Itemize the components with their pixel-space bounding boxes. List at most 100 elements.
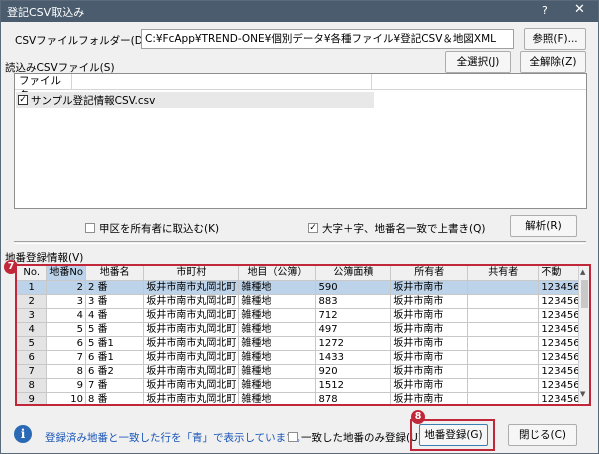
cell-area[interactable]: 920 bbox=[315, 364, 392, 379]
cell-owner[interactable]: 坂井市南市 bbox=[390, 294, 469, 309]
cell-use[interactable]: 雑種地 bbox=[238, 294, 317, 309]
csv-file-list[interactable]: ファイル名ˊ ✓ サンプル登記情報CSV.csv bbox=[14, 73, 587, 209]
table-row[interactable]: 455 番坂井市南市丸岡北町 雑種地 497 坂井市南市 1234567 bbox=[17, 322, 589, 337]
cell-city[interactable]: 坂井市南市丸岡北町 bbox=[143, 364, 240, 379]
cell-co[interactable] bbox=[467, 322, 540, 337]
cell-co[interactable] bbox=[467, 336, 540, 351]
cell-city[interactable]: 坂井市南市丸岡北町 bbox=[143, 308, 240, 323]
table-row[interactable]: 676 番1 坂井市南市丸岡北町 雑種地 1433 坂井市南市 1234567 bbox=[17, 350, 589, 365]
cell-co[interactable] bbox=[467, 280, 540, 295]
cell-owner[interactable]: 坂井市南市 bbox=[390, 280, 469, 295]
cell-name[interactable]: 6 番2 bbox=[85, 364, 145, 379]
scroll-thumb[interactable] bbox=[581, 280, 588, 308]
cell-city[interactable]: 坂井市南市丸岡北町 bbox=[143, 378, 240, 393]
file-checkbox[interactable]: ✓ bbox=[18, 95, 28, 105]
cell-owner[interactable]: 坂井市南市 bbox=[390, 336, 469, 351]
col-co-owner[interactable]: 共有者 bbox=[467, 266, 540, 281]
cell-lotno[interactable]: 7 bbox=[46, 350, 86, 365]
col-lot-no[interactable]: 地番No bbox=[46, 266, 86, 281]
register-button[interactable]: 地番登録(G) bbox=[419, 424, 488, 446]
table-row[interactable]: 897 番坂井市南市丸岡北町 雑種地 1512 坂井市南市 1234567 bbox=[17, 378, 589, 393]
overwrite-checkbox[interactable]: ✓ bbox=[308, 223, 318, 233]
cell-co[interactable] bbox=[467, 392, 540, 404]
table-row[interactable]: 9 10 8 番坂井市南市丸岡北町 雑種地 878 坂井市南市 1234567 bbox=[17, 392, 589, 404]
cell-owner[interactable]: 坂井市南市 bbox=[390, 364, 469, 379]
folder-path-field[interactable]: C:¥FcApp¥TREND-ONE¥個別データ¥各種ファイル¥登記CSV＆地図… bbox=[141, 29, 514, 49]
cell-no[interactable]: 2 bbox=[17, 294, 48, 309]
list-item[interactable]: ✓ サンプル登記情報CSV.csv bbox=[16, 92, 374, 108]
cell-no[interactable]: 3 bbox=[17, 308, 48, 323]
clear-all-button[interactable]: 全解除(Z) bbox=[520, 51, 586, 73]
table-row[interactable]: 565 番1 坂井市南市丸岡北町 雑種地 1272 坂井市南市 1234567 bbox=[17, 336, 589, 351]
cell-co[interactable] bbox=[467, 308, 540, 323]
vertical-scrollbar[interactable]: ▲ ▼ bbox=[578, 266, 589, 403]
only-match-checkbox[interactable] bbox=[288, 432, 298, 442]
cell-area[interactable]: 1512 bbox=[315, 378, 392, 393]
table-row[interactable]: 786 番2 坂井市南市丸岡北町 雑種地 920 坂井市南市 1234567 bbox=[17, 364, 589, 379]
col-area[interactable]: 公簿面積 bbox=[315, 266, 392, 281]
cell-lotno[interactable]: 5 bbox=[46, 322, 86, 337]
cell-use[interactable]: 雑種地 bbox=[238, 336, 317, 351]
cell-lotno[interactable]: 9 bbox=[46, 378, 86, 393]
cell-area[interactable]: 878 bbox=[315, 392, 392, 404]
cell-name[interactable]: 2 番 bbox=[85, 280, 145, 295]
cell-co[interactable] bbox=[467, 364, 540, 379]
cell-owner[interactable]: 坂井市南市 bbox=[390, 350, 469, 365]
cell-use[interactable]: 雑種地 bbox=[238, 308, 317, 323]
col-land-use[interactable]: 地目（公簿） bbox=[238, 266, 317, 281]
scroll-down-icon[interactable]: ▼ bbox=[580, 390, 585, 398]
cell-use[interactable]: 雑種地 bbox=[238, 280, 317, 295]
cell-name[interactable]: 4 番 bbox=[85, 308, 145, 323]
cell-no[interactable]: 6 bbox=[17, 350, 48, 365]
table-row[interactable]: 233 番坂井市南市丸岡北町 雑種地 883 坂井市南市 1234567 bbox=[17, 294, 589, 309]
help-button[interactable]: ? bbox=[542, 4, 548, 17]
cell-co[interactable] bbox=[467, 350, 540, 365]
cell-co[interactable] bbox=[467, 294, 540, 309]
cell-name[interactable]: 7 番 bbox=[85, 378, 145, 393]
browse-button[interactable]: 参照(F)... bbox=[524, 28, 586, 50]
analyze-button[interactable]: 解析(R) bbox=[510, 215, 577, 237]
cell-lotno[interactable]: 8 bbox=[46, 364, 86, 379]
cell-no[interactable]: 1 bbox=[17, 280, 48, 295]
col-owner[interactable]: 所有者 bbox=[390, 266, 469, 281]
cell-owner[interactable]: 坂井市南市 bbox=[390, 378, 469, 393]
cell-city[interactable]: 坂井市南市丸岡北町 bbox=[143, 294, 240, 309]
cell-no[interactable]: 7 bbox=[17, 364, 48, 379]
cell-name[interactable]: 3 番 bbox=[85, 294, 145, 309]
cell-use[interactable]: 雑種地 bbox=[238, 322, 317, 337]
col-city[interactable]: 市町村 bbox=[143, 266, 240, 281]
cell-co[interactable] bbox=[467, 378, 540, 393]
close-button[interactable]: 閉じる(C) bbox=[508, 424, 577, 446]
cell-name[interactable]: 8 番 bbox=[85, 392, 145, 404]
cell-area[interactable]: 883 bbox=[315, 294, 392, 309]
cell-city[interactable]: 坂井市南市丸岡北町 bbox=[143, 280, 240, 295]
cell-city[interactable]: 坂井市南市丸岡北町 bbox=[143, 350, 240, 365]
cell-area[interactable]: 1433 bbox=[315, 350, 392, 365]
cell-lotno[interactable]: 2 bbox=[46, 280, 86, 295]
cell-area[interactable]: 590 bbox=[315, 280, 392, 295]
cell-use[interactable]: 雑種地 bbox=[238, 392, 317, 404]
cell-name[interactable]: 5 番1 bbox=[85, 336, 145, 351]
table-row[interactable]: 344 番坂井市南市丸岡北町 雑種地 712 坂井市南市 1234567 bbox=[17, 308, 589, 323]
cell-no[interactable]: 9 bbox=[17, 392, 48, 404]
cell-area[interactable]: 497 bbox=[315, 322, 392, 337]
scroll-up-icon[interactable]: ▲ bbox=[580, 268, 585, 276]
select-all-button[interactable]: 全選択(J) bbox=[445, 51, 511, 73]
col-lot-name[interactable]: 地番名 bbox=[85, 266, 145, 281]
col-no[interactable]: No. bbox=[17, 266, 48, 281]
cell-area[interactable]: 712 bbox=[315, 308, 392, 323]
cell-no[interactable]: 5 bbox=[17, 336, 48, 351]
cell-city[interactable]: 坂井市南市丸岡北町 bbox=[143, 322, 240, 337]
cell-lotno[interactable]: 10 bbox=[46, 392, 86, 404]
cell-use[interactable]: 雑種地 bbox=[238, 364, 317, 379]
cell-lotno[interactable]: 4 bbox=[46, 308, 86, 323]
cell-name[interactable]: 5 番 bbox=[85, 322, 145, 337]
parcel-grid[interactable]: No. 地番No 地番名 市町村 地目（公簿） 公簿面積 所有者 共有者 不動 … bbox=[15, 264, 591, 406]
cell-owner[interactable]: 坂井市南市 bbox=[390, 322, 469, 337]
cell-lotno[interactable]: 3 bbox=[46, 294, 86, 309]
cell-city[interactable]: 坂井市南市丸岡北町 bbox=[143, 392, 240, 404]
file-name-column[interactable]: ファイル名ˊ bbox=[15, 74, 72, 102]
cell-name[interactable]: 6 番1 bbox=[85, 350, 145, 365]
close-icon[interactable]: ✕ bbox=[574, 2, 585, 17]
cell-no[interactable]: 4 bbox=[17, 322, 48, 337]
